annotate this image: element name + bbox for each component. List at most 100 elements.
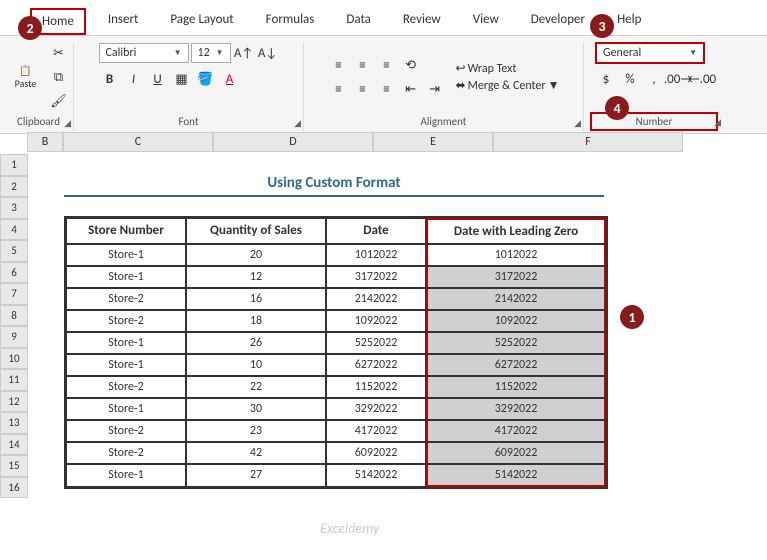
borders-icon[interactable]: ▦ [171,68,193,90]
font-color-icon[interactable]: A [219,68,241,90]
row-header[interactable]: 4 [0,219,28,241]
alignment-launcher-icon[interactable]: ◢ [574,118,581,129]
paste-button[interactable]: 📋 Paste [8,52,44,102]
cell[interactable]: Store-2 [66,442,186,464]
cell[interactable]: 1092022 [326,310,426,332]
underline-button[interactable]: U [147,68,169,90]
cell[interactable]: 3292022 [326,398,426,420]
tab-view[interactable]: View [463,8,509,35]
cell[interactable]: Store-1 [66,354,186,376]
clipboard-launcher-icon[interactable]: ◢ [64,118,71,129]
font-launcher-icon[interactable]: ◢ [294,118,301,129]
tab-developer[interactable]: Developer [521,8,595,35]
header-leading-zero[interactable]: Date with Leading Zero [426,218,606,244]
tab-formulas[interactable]: Formulas [256,8,325,35]
cell[interactable]: 12 [186,266,326,288]
header-store[interactable]: Store Number [66,218,186,244]
cell[interactable]: 3172022 [326,266,426,288]
cell[interactable]: 16 [186,288,326,310]
percent-icon[interactable]: % [619,68,641,90]
currency-icon[interactable]: $ [595,68,617,90]
cell[interactable]: 5252022 [426,332,606,354]
cell[interactable]: 4172022 [326,420,426,442]
tab-insert[interactable]: Insert [98,8,149,35]
row-header[interactable]: 14 [0,434,28,456]
wrap-text-button[interactable]: ↩ Wrap Text [456,61,560,76]
cell[interactable]: Store-1 [66,244,186,266]
header-qty[interactable]: Quantity of Sales [186,218,326,244]
row-header[interactable]: 3 [0,197,28,219]
row-header[interactable]: 5 [0,240,28,262]
comma-icon[interactable]: , [643,68,665,90]
cell[interactable]: 2142022 [426,288,606,310]
cell[interactable]: 18 [186,310,326,332]
tab-page-layout[interactable]: Page Layout [160,8,243,35]
cell[interactable]: Store-2 [66,420,186,442]
col-header-c[interactable]: C [63,132,213,152]
cell[interactable]: 5142022 [326,464,426,487]
cut-icon[interactable]: ✂ [48,42,70,64]
copy-icon[interactable]: ⧉ [48,66,70,88]
cell[interactable]: 6092022 [426,442,606,464]
tab-review[interactable]: Review [393,8,451,35]
cell[interactable]: Store-2 [66,376,186,398]
decrease-indent-icon[interactable]: ⇤ [400,78,422,100]
cell[interactable]: 23 [186,420,326,442]
format-painter-icon[interactable]: 🖌 [48,90,70,112]
col-header-e[interactable]: E [373,132,493,152]
cell[interactable]: 6272022 [426,354,606,376]
cell[interactable]: 1152022 [326,376,426,398]
merge-center-button[interactable]: ⬌ Merge & Center ▼ [456,78,560,93]
cell[interactable]: 27 [186,464,326,487]
tab-data[interactable]: Data [336,8,381,35]
row-header[interactable]: 2 [0,176,28,198]
cell[interactable]: Store-1 [66,266,186,288]
cell[interactable]: 3172022 [426,266,606,288]
row-header[interactable]: 1 [0,154,28,176]
cell[interactable]: Store-1 [66,398,186,420]
row-header[interactable]: 7 [0,283,28,305]
cell[interactable]: Store-2 [66,310,186,332]
number-launcher-icon[interactable]: ◢ [714,117,721,128]
align-bottom-icon[interactable]: ≡ [376,54,398,76]
number-format-combo[interactable]: General ▼ [595,42,705,64]
font-name-combo[interactable]: Calibri ▼ [99,43,189,63]
cell[interactable]: 42 [186,442,326,464]
align-left-icon[interactable]: ≡ [328,78,350,100]
row-header[interactable]: 9 [0,326,28,348]
align-center-icon[interactable]: ≡ [352,78,374,100]
cell[interactable]: Store-1 [66,464,186,487]
increase-indent-icon[interactable]: ⇥ [424,78,446,100]
cell[interactable]: 20 [186,244,326,266]
cell[interactable]: Store-2 [66,288,186,310]
cell[interactable]: 26 [186,332,326,354]
row-header[interactable]: 13 [0,412,28,434]
bold-button[interactable]: B [99,68,121,90]
tab-help[interactable]: Help [607,8,651,35]
cell[interactable]: 4172022 [426,420,606,442]
col-header-b[interactable]: B [27,132,63,152]
row-header[interactable]: 12 [0,391,28,413]
increase-decimal-icon[interactable]: .00→ [667,68,689,90]
cell[interactable]: 1092022 [426,310,606,332]
cell[interactable]: 2142022 [326,288,426,310]
cell[interactable]: Store-1 [66,332,186,354]
header-date[interactable]: Date [326,218,426,244]
cell[interactable]: 1012022 [426,244,606,266]
row-header[interactable]: 15 [0,455,28,477]
cell[interactable]: 6272022 [326,354,426,376]
cell[interactable]: 22 [186,376,326,398]
font-size-combo[interactable]: 12 ▼ [191,43,231,63]
row-header[interactable]: 16 [0,477,28,499]
align-middle-icon[interactable]: ≡ [352,54,374,76]
cell[interactable]: 6092022 [326,442,426,464]
cell[interactable]: 10 [186,354,326,376]
orientation-icon[interactable]: ⟲ [400,54,422,76]
cell[interactable]: 1012022 [326,244,426,266]
cell[interactable]: 1152022 [426,376,606,398]
cell[interactable]: 30 [186,398,326,420]
increase-font-icon[interactable]: A↑ [233,42,255,64]
align-top-icon[interactable]: ≡ [328,54,350,76]
cell[interactable]: 5252022 [326,332,426,354]
col-header-f[interactable]: F [493,132,683,152]
